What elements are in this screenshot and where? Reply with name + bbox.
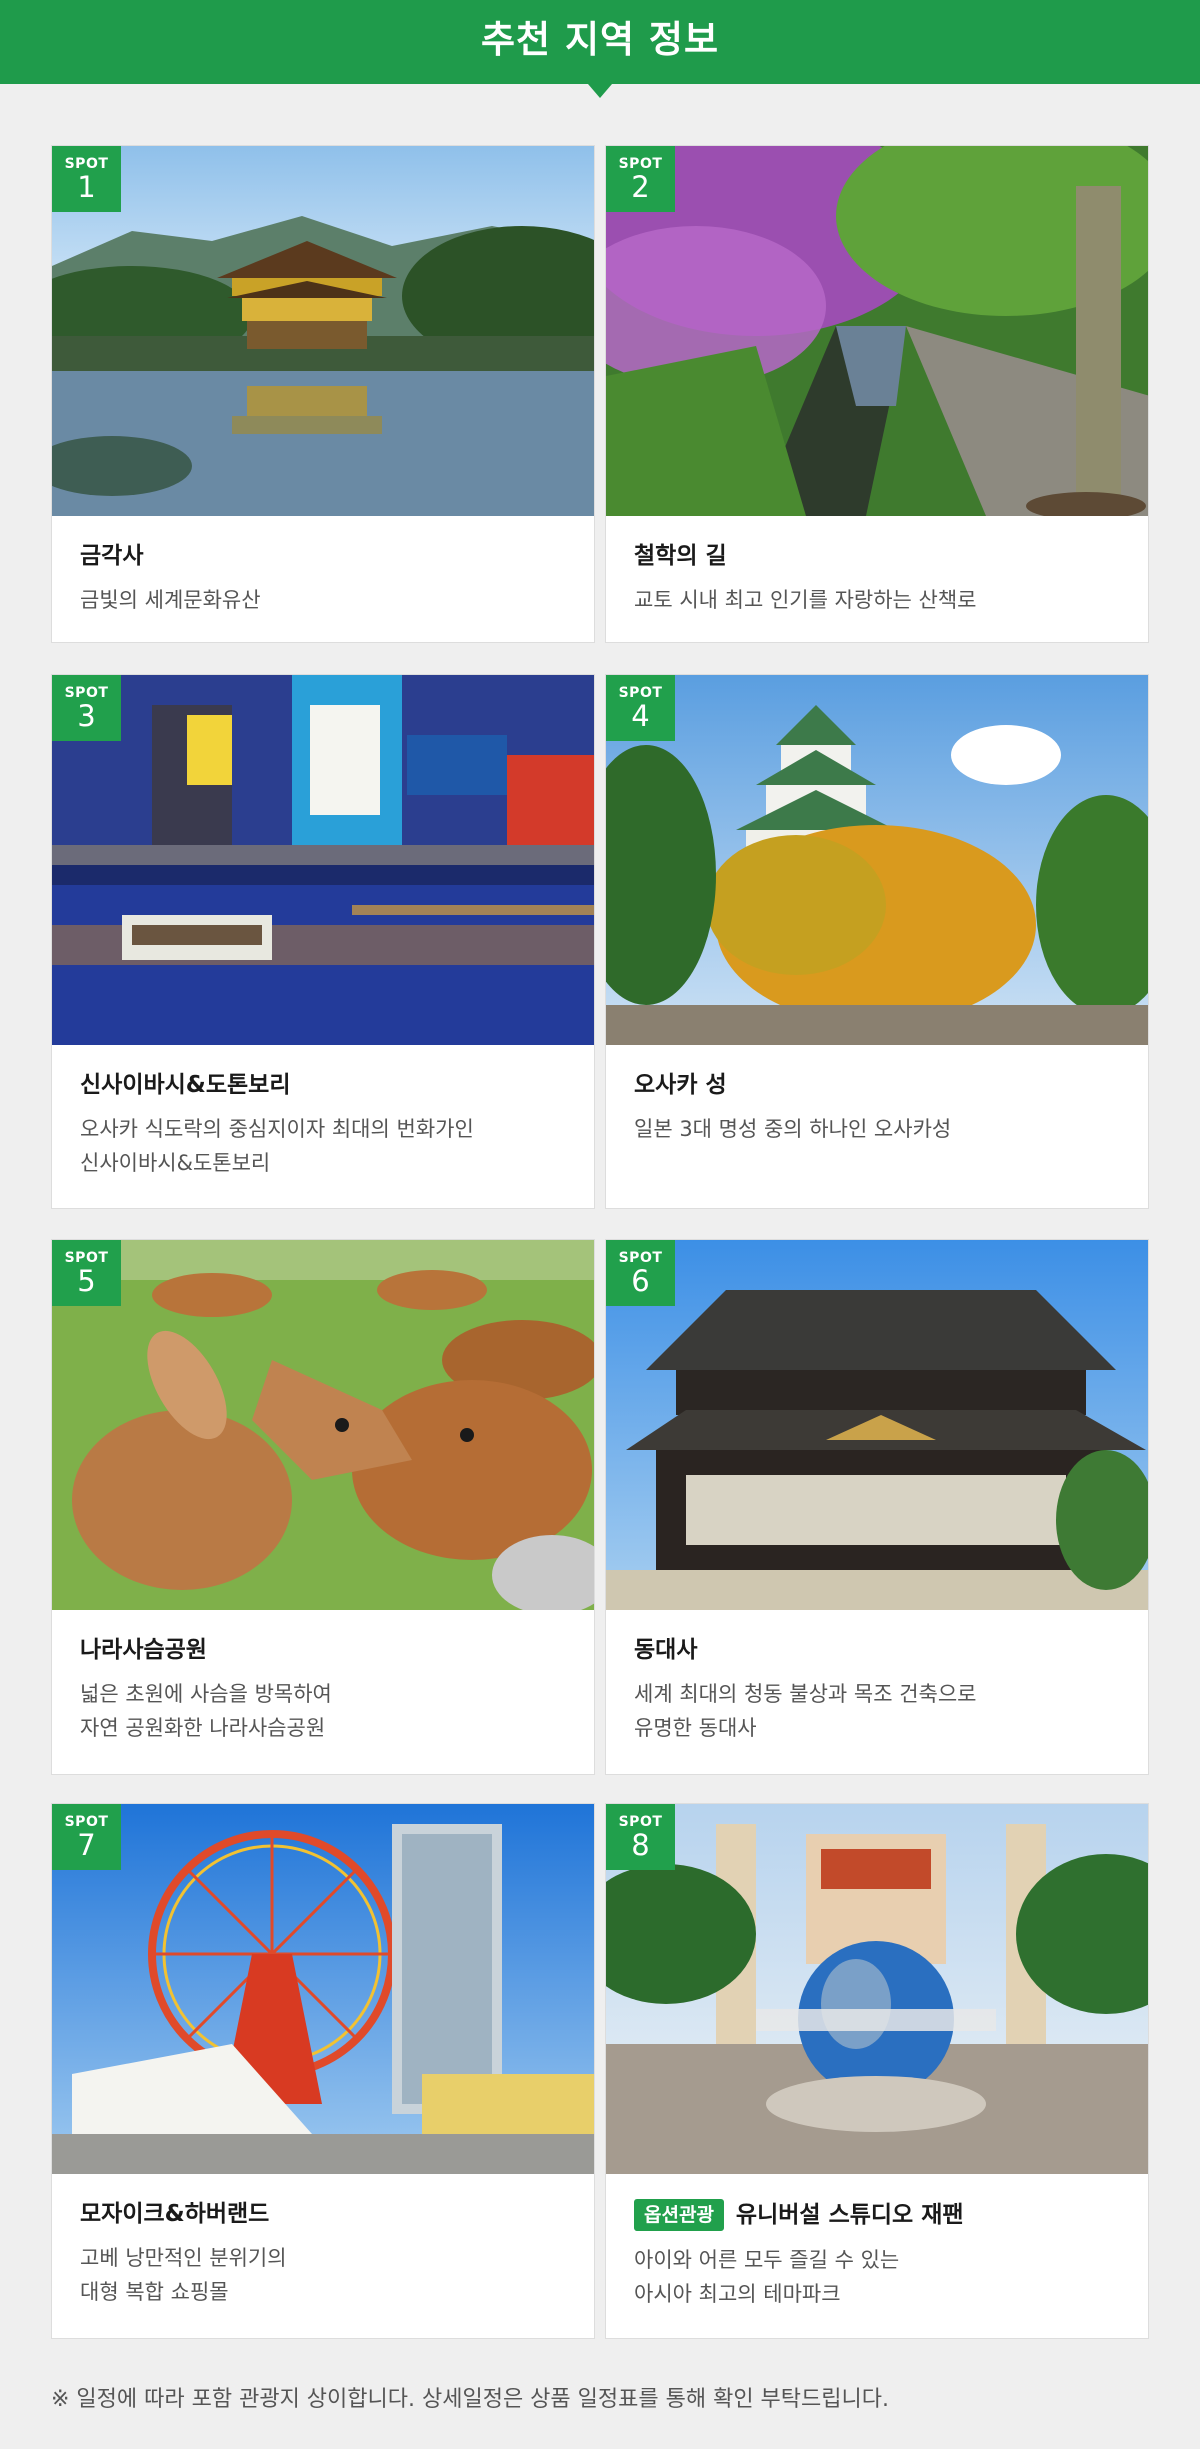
spot-number: 5: [77, 1264, 96, 1298]
universal-studios-globe-photo: SPOT 8: [606, 1804, 1148, 2174]
philosophers-path-photo: SPOT 2: [606, 146, 1148, 516]
spot-label: SPOT: [64, 1250, 109, 1266]
spot-title: 동대사: [634, 1637, 698, 1663]
spot-info: 옵션관광 유니버설 스튜디오 재팬 아이와 어른 모두 즐길 수 있는 아시아 …: [606, 2174, 1148, 2311]
spot-title: 나라사슴공원: [80, 1637, 207, 1663]
osaka-castle-photo: SPOT 4: [606, 675, 1148, 1045]
mosaic-harborland-ferris-wheel-photo: SPOT 7: [52, 1804, 594, 2174]
spot-info: 오사카 성 일본 3대 명성 중의 하나인 오사카성: [606, 1045, 1148, 1146]
spot-description: 고베 낭만적인 분위기의 대형 복합 쇼핑몰: [80, 2246, 287, 2304]
spot-card-6[interactable]: SPOT 6 동대사 세계 최대의 청동 불상과 목조 건축으로 유명한 동대사: [605, 1239, 1149, 1775]
spot-title-row: 옵션관광 유니버설 스튜디오 재팬: [634, 2199, 1148, 2231]
spot-badge: SPOT 8: [606, 1804, 675, 1870]
spot-info: 동대사 세계 최대의 청동 불상과 목조 건축으로 유명한 동대사: [606, 1610, 1148, 1745]
spot-description: 세계 최대의 청동 불상과 목조 건축으로 유명한 동대사: [634, 1682, 977, 1740]
spot-card-4[interactable]: SPOT 4 오사카 성 일본 3대 명성 중의 하나인 오사카성: [605, 674, 1149, 1209]
spot-label: SPOT: [64, 685, 109, 701]
spot-title: 모자이크&하버랜드: [80, 2201, 270, 2227]
spot-card-5[interactable]: SPOT 5 나라사슴공원 넓은 초원에 사슴을 방목하여 자연 공원화한 나라…: [51, 1239, 595, 1775]
spot-info: 금각사 금빛의 세계문화유산: [52, 516, 594, 617]
page-title: 추천 지역 정보: [480, 18, 719, 61]
spot-badge: SPOT 6: [606, 1240, 675, 1306]
spot-badge: SPOT 7: [52, 1804, 121, 1870]
spot-number: 2: [631, 170, 650, 204]
spot-number: 3: [77, 699, 96, 733]
spot-number: 6: [631, 1264, 650, 1298]
spot-title: 오사카 성: [634, 1072, 727, 1098]
spot-card-7[interactable]: SPOT 7 모자이크&하버랜드 고베 낭만적인 분위기의 대형 복합 쇼핑몰: [51, 1803, 595, 2339]
kinkakuji-golden-pavilion-photo: SPOT 1: [52, 146, 594, 516]
spot-number: 8: [631, 1828, 650, 1862]
spot-description: 아이와 어른 모두 즐길 수 있는 아시아 최고의 테마파크: [634, 2248, 900, 2306]
spot-card-1[interactable]: SPOT 1 금각사 금빛의 세계문화유산: [51, 145, 595, 643]
spot-card-3[interactable]: SPOT 3 신사이바시&도톤보리 오사카 식도락의 중심지이자 최대의 번화가…: [51, 674, 595, 1209]
spot-info: 모자이크&하버랜드 고베 낭만적인 분위기의 대형 복합 쇼핑몰: [52, 2174, 594, 2309]
spot-description: 오사카 식도락의 중심지이자 최대의 번화가인 신사이바시&도톤보리: [80, 1117, 474, 1175]
spot-badge: SPOT 5: [52, 1240, 121, 1306]
itinerary-footnote: ※ 일정에 따라 포함 관광지 상이합니다. 상세일정은 상품 일정표를 통해 …: [51, 2387, 889, 2412]
header-banner: 추천 지역 정보: [0, 0, 1200, 98]
spot-badge: SPOT 3: [52, 675, 121, 741]
spot-description: 넓은 초원에 사슴을 방목하여 자연 공원화한 나라사슴공원: [80, 1682, 332, 1740]
spot-info: 신사이바시&도톤보리 오사카 식도락의 중심지이자 최대의 번화가인 신사이바시…: [52, 1045, 594, 1180]
spot-label: SPOT: [618, 156, 663, 172]
spot-title: 신사이바시&도톤보리: [80, 1072, 291, 1098]
spot-badge: SPOT 1: [52, 146, 121, 212]
spot-label: SPOT: [64, 1814, 109, 1830]
spot-label: SPOT: [64, 156, 109, 172]
spot-title: 철학의 길: [634, 543, 727, 569]
spot-number: 4: [631, 699, 650, 733]
todaiji-temple-photo: SPOT 6: [606, 1240, 1148, 1610]
nara-deer-park-photo: SPOT 5: [52, 1240, 594, 1610]
spot-info: 나라사슴공원 넓은 초원에 사슴을 방목하여 자연 공원화한 나라사슴공원: [52, 1610, 594, 1745]
spot-title: 유니버설 스튜디오 재팬: [735, 2202, 964, 2228]
dotonbori-night-canal-photo: SPOT 3: [52, 675, 594, 1045]
spot-description: 금빛의 세계문화유산: [80, 588, 261, 612]
spot-badge: SPOT 2: [606, 146, 675, 212]
optional-tour-badge: 옵션관광: [634, 2199, 724, 2231]
spot-number: 1: [77, 170, 96, 204]
spot-title: 금각사: [80, 543, 144, 569]
spot-badge: SPOT 4: [606, 675, 675, 741]
spot-number: 7: [77, 1828, 96, 1862]
spot-card-8[interactable]: SPOT 8 옵션관광 유니버설 스튜디오 재팬 아이와 어른 모두 즐길 수 …: [605, 1803, 1149, 2339]
banner-pointer: [588, 84, 612, 98]
spot-card-2[interactable]: SPOT 2 철학의 길 교토 시내 최고 인기를 자랑하는 산책로: [605, 145, 1149, 643]
spot-label: SPOT: [618, 685, 663, 701]
spot-info: 철학의 길 교토 시내 최고 인기를 자랑하는 산책로: [606, 516, 1148, 617]
spot-description: 일본 3대 명성 중의 하나인 오사카성: [634, 1117, 952, 1141]
spot-description: 교토 시내 최고 인기를 자랑하는 산책로: [634, 588, 977, 612]
spot-label: SPOT: [618, 1814, 663, 1830]
spot-label: SPOT: [618, 1250, 663, 1266]
